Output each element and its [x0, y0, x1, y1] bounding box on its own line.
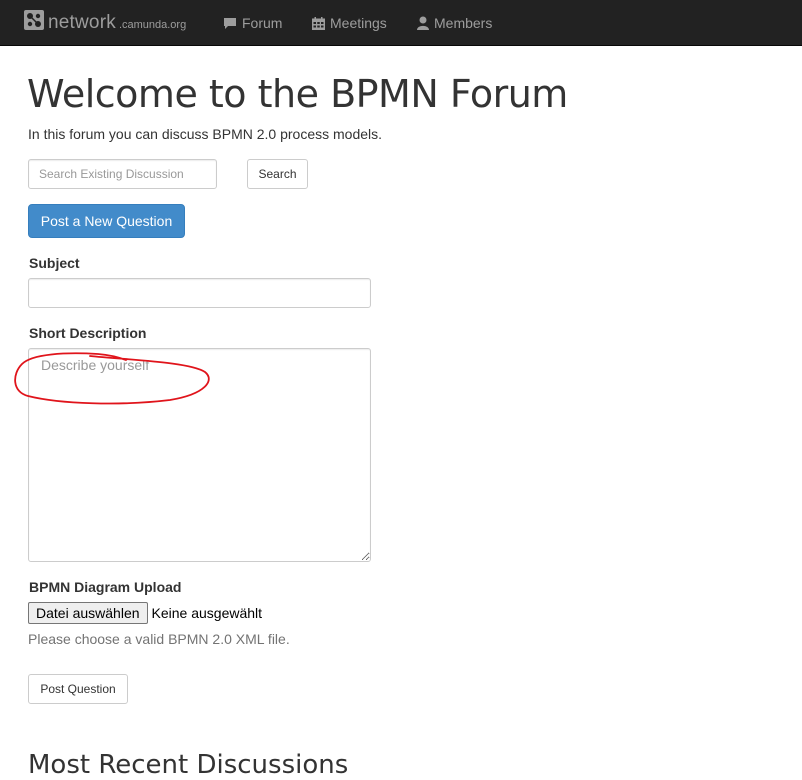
post-question-button[interactable]: Post Question: [28, 674, 128, 704]
subject-label: Subject: [29, 255, 80, 271]
file-upload-control: Datei auswählen Keine ausgewählt: [28, 602, 262, 624]
brand-link[interactable]: network .camunda.org: [24, 8, 187, 33]
subject-field[interactable]: [28, 278, 371, 308]
nav-members[interactable]: Members: [417, 0, 492, 46]
file-status: Keine ausgewählt: [151, 605, 263, 621]
search-button[interactable]: Search: [247, 159, 308, 189]
network-logo-icon: [24, 10, 44, 30]
choose-file-button[interactable]: Datei auswählen: [28, 602, 148, 624]
user-icon: [417, 16, 429, 30]
top-navbar: network .camunda.org Forum Meetings Memb…: [0, 0, 802, 46]
description-textarea[interactable]: [28, 348, 371, 562]
brand-domain: .camunda.org: [118, 19, 187, 31]
post-new-question-button[interactable]: Post a New Question: [28, 204, 185, 238]
comment-icon: [224, 17, 236, 29]
page-title: Welcome to the BPMN Forum: [27, 72, 568, 116]
nav-meetings[interactable]: Meetings: [312, 0, 387, 46]
page-intro: In this forum you can discuss BPMN 2.0 p…: [28, 126, 383, 142]
calendar-icon: [312, 16, 325, 30]
nav-forum[interactable]: Forum: [223, 0, 282, 46]
nav-meetings-label: Meetings: [330, 15, 387, 31]
recent-discussions-heading: Most Recent Discussions: [28, 750, 349, 780]
nav-forum-label: Forum: [242, 15, 283, 31]
nav-members-label: Members: [434, 15, 493, 31]
description-label: Short Description: [29, 325, 147, 341]
search-input[interactable]: [28, 159, 217, 189]
brand-name: network: [48, 12, 116, 33]
upload-help-text: Please choose a valid BPMN 2.0 XML file.: [28, 631, 290, 647]
upload-label: BPMN Diagram Upload: [29, 579, 182, 595]
